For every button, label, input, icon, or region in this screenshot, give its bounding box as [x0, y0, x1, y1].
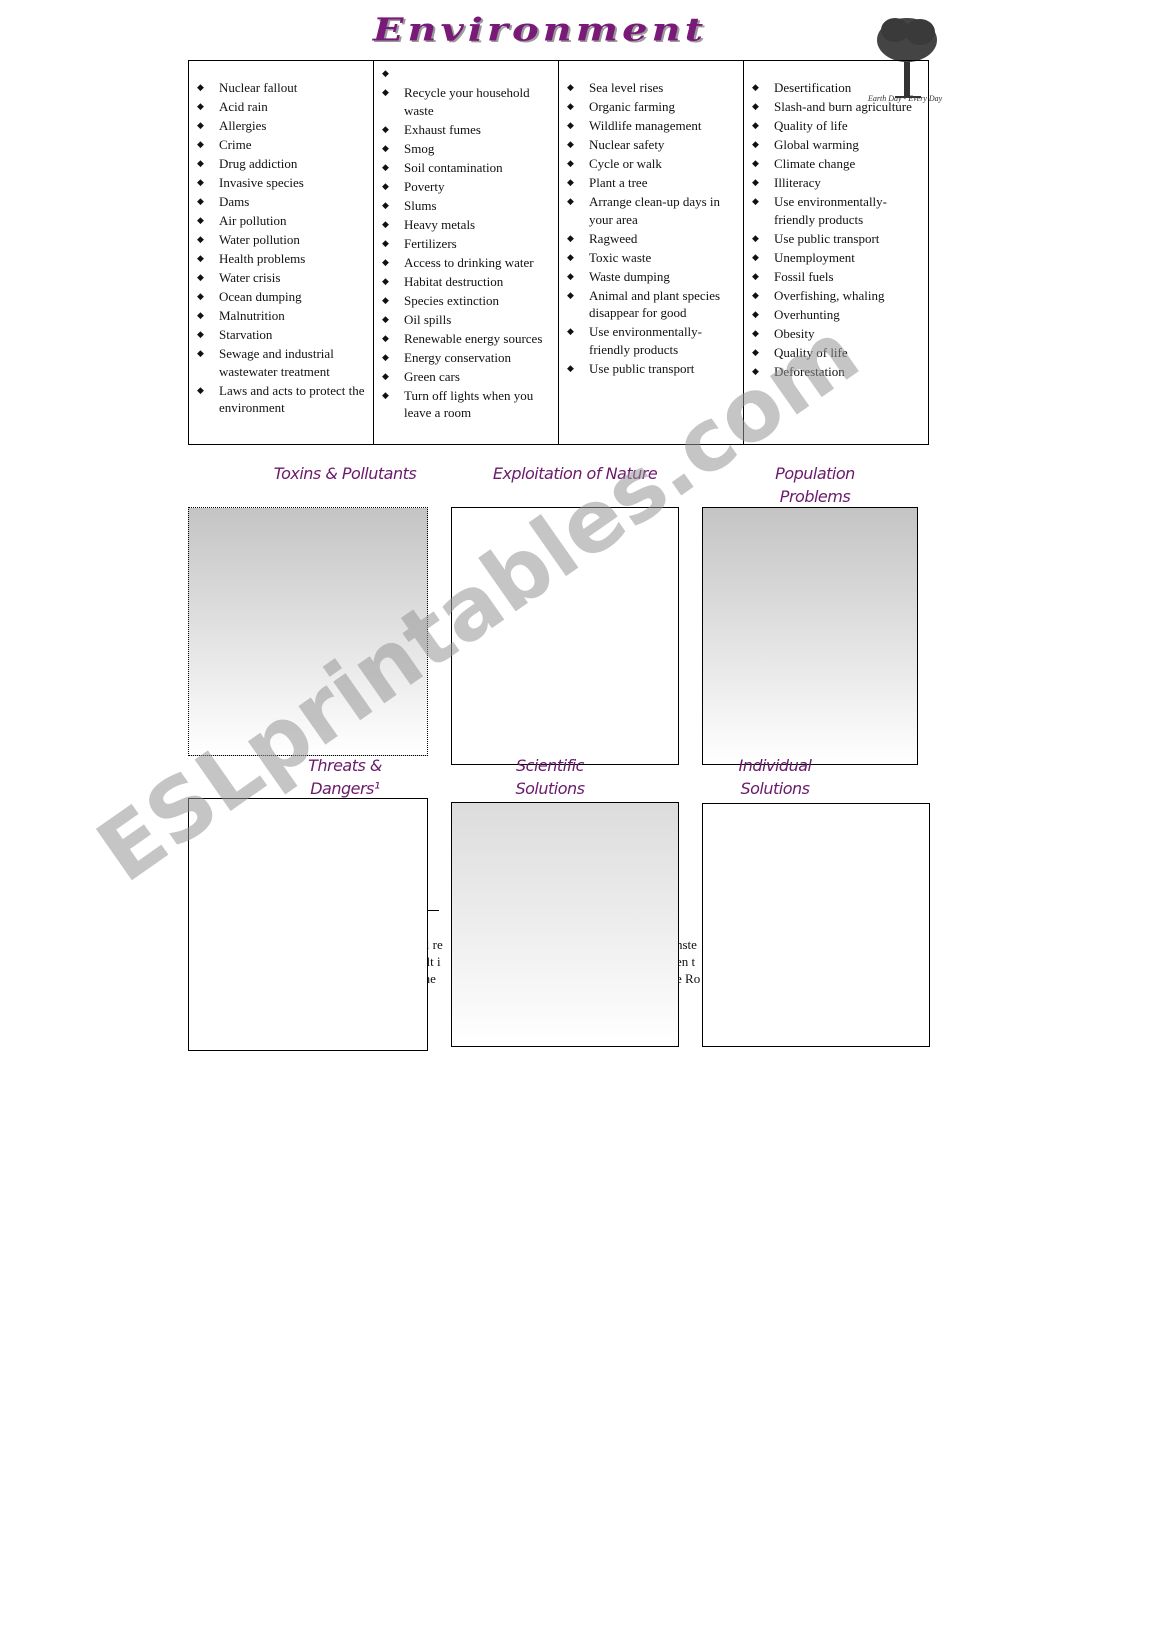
- vocab-item: Health problems: [197, 250, 369, 268]
- vocab-item: Access to drinking water: [382, 254, 554, 272]
- vocab-item: Fossil fuels: [752, 268, 924, 286]
- vocab-item: Unemployment: [752, 249, 924, 267]
- vocab-item: Air pollution: [197, 212, 369, 230]
- category-heading-toxins: Toxins & Pollutants: [273, 464, 417, 483]
- vocab-item: Use environmentally-friendly products: [752, 193, 924, 228]
- answer-box-population[interactable]: [702, 507, 918, 765]
- vocab-item: Water crisis: [197, 269, 369, 287]
- vocab-item: Poverty: [382, 178, 554, 196]
- vocab-item: Climate change: [752, 155, 924, 173]
- vocab-item: Sewage and industrial wastewater treatme…: [197, 345, 369, 380]
- category-heading-scientific: Scientific Solutions: [515, 756, 585, 798]
- vocab-item: Global warming: [752, 136, 924, 154]
- vocab-item: Turn off lights when you leave a room: [382, 387, 554, 422]
- vocab-item: Acid rain: [197, 98, 369, 116]
- vocab-item: Oil spills: [382, 311, 554, 329]
- vocab-item: Dams: [197, 193, 369, 211]
- vocab-item: Organic farming: [567, 98, 739, 116]
- vocab-item: Overfishing, whaling: [752, 287, 924, 305]
- vocab-item: Green cars: [382, 368, 554, 386]
- vocab-column-1: Nuclear falloutAcid rainAllergiesCrimeDr…: [189, 61, 374, 444]
- vocab-item: Sea level rises: [567, 79, 739, 97]
- vocab-item: [382, 65, 554, 83]
- vocab-item: Ocean dumping: [197, 288, 369, 306]
- vocab-item: Desertification: [752, 79, 924, 97]
- worksheet-page: Environment Earth Day - Every Day Nuclea…: [0, 0, 1157, 1641]
- vocab-item: Starvation: [197, 326, 369, 344]
- vocab-item: Slums: [382, 197, 554, 215]
- vocab-item: Heavy metals: [382, 216, 554, 234]
- vocab-item: Waste dumping: [567, 268, 739, 286]
- vocab-item: Energy conservation: [382, 349, 554, 367]
- vocab-item: Illiteracy: [752, 174, 924, 192]
- vocab-item: Smog: [382, 140, 554, 158]
- vocab-item: Malnutrition: [197, 307, 369, 325]
- vocab-item: Arrange clean-up days in your area: [567, 193, 739, 228]
- vocab-item: Nuclear safety: [567, 136, 739, 154]
- answer-box-individual[interactable]: [702, 803, 930, 1047]
- page-title: Environment: [372, 10, 708, 49]
- vocab-item: Species extinction: [382, 292, 554, 310]
- vocab-column-2: Recycle your household waste Exhaust fume…: [374, 61, 559, 444]
- category-heading-population: Population Problems: [775, 464, 855, 506]
- vocab-item: Fertilizers: [382, 235, 554, 253]
- vocab-item: Use environmentally-friendly products: [567, 323, 739, 358]
- vocab-item: Use public transport: [752, 230, 924, 248]
- vocab-item: Habitat destruction: [382, 273, 554, 291]
- vocab-item: Laws and acts to protect the environment: [197, 382, 369, 417]
- vocab-item: Nuclear fallout: [197, 79, 369, 97]
- vocab-item: Recycle your household waste: [382, 84, 554, 119]
- divider-fragment: [428, 910, 439, 911]
- vocab-item: Invasive species: [197, 174, 369, 192]
- vocab-item: Drug addiction: [197, 155, 369, 173]
- vocab-item: Exhaust fumes: [382, 121, 554, 139]
- vocab-item: Quality of life: [752, 117, 924, 135]
- vocab-item: Soil contamination: [382, 159, 554, 177]
- vocab-item: Slash-and burn agriculture: [752, 98, 924, 116]
- vocab-item: Renewable energy sources: [382, 330, 554, 348]
- vocab-item: Crime: [197, 136, 369, 154]
- vocab-item: Use public transport: [567, 360, 739, 378]
- hidden-text-fragment-right: nste en te Ro: [676, 937, 701, 986]
- vocab-item: Overhunting: [752, 306, 924, 324]
- vocab-item: Animal and plant species disappear for g…: [567, 287, 739, 322]
- category-heading-individual: Individual Solutions: [738, 756, 812, 798]
- vocab-item: Toxic waste: [567, 249, 739, 267]
- answer-box-scientific[interactable]: [451, 802, 679, 1047]
- vocab-item: Cycle or walk: [567, 155, 739, 173]
- vocab-item: Ragweed: [567, 230, 739, 248]
- vocab-item: Wildlife management: [567, 117, 739, 135]
- vocab-item: Water pollution: [197, 231, 369, 249]
- vocab-item: Allergies: [197, 117, 369, 135]
- vocab-item: Plant a tree: [567, 174, 739, 192]
